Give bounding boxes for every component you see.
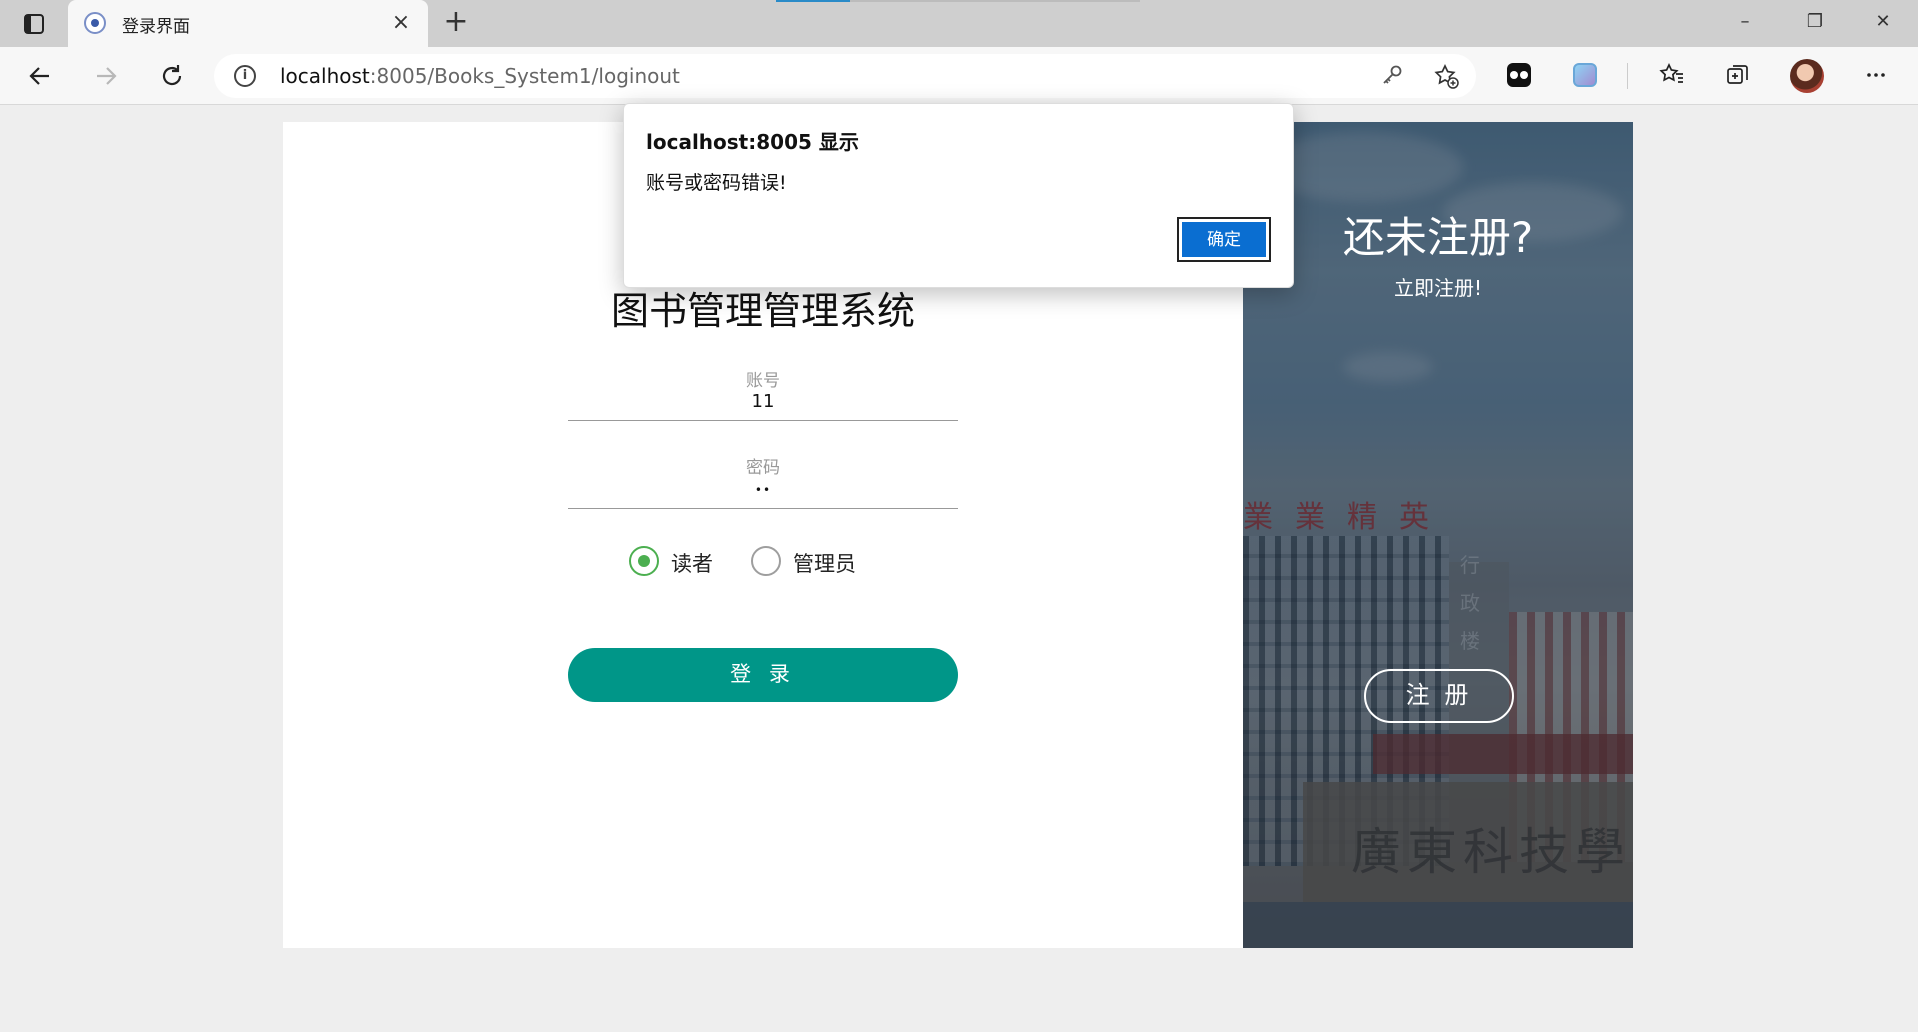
dialog-title: localhost:8005 显示 <box>646 130 859 154</box>
account-label: 账号 <box>746 371 780 391</box>
admin-radio-label[interactable]: 管理员 <box>793 548 856 578</box>
add-favorite-icon[interactable] <box>1432 63 1460 91</box>
more-icon[interactable] <box>1862 61 1890 89</box>
forward-icon[interactable] <box>86 57 126 95</box>
reader-radio-label[interactable]: 读者 <box>671 548 713 578</box>
browser-toolbar: i localhost:8005/Books_System1/loginout <box>0 47 1918 105</box>
browser-tab[interactable]: 登录界面 × <box>68 0 428 47</box>
tiktok-extension-icon[interactable] <box>1505 61 1533 89</box>
loading-track <box>850 0 1140 2</box>
system-title: 图书管理管理系统 <box>610 289 915 333</box>
tab-actions-icon[interactable] <box>14 8 54 40</box>
tab-title: 登录界面 <box>122 17 190 37</box>
info-icon[interactable]: i <box>234 65 256 87</box>
refresh-icon[interactable] <box>152 57 192 95</box>
favorites-icon[interactable] <box>1658 61 1686 89</box>
address-bar[interactable]: i localhost:8005/Books_System1/loginout <box>214 54 1476 98</box>
dialog-message: 账号或密码错误! <box>646 172 787 194</box>
url-text[interactable]: localhost:8005/Books_System1/loginout <box>280 64 680 88</box>
new-tab-button[interactable]: + <box>440 7 472 39</box>
register-subtitle: 立即注册! <box>1393 276 1483 300</box>
account-input[interactable]: 11 <box>568 391 958 415</box>
alert-dialog: localhost:8005 显示 账号或密码错误! 确定 <box>623 103 1294 288</box>
admin-radio[interactable] <box>751 546 781 576</box>
register-button[interactable]: 注 册 <box>1364 669 1514 723</box>
minimize-button[interactable]: – <box>1720 6 1770 38</box>
dialog-ok-button[interactable]: 确定 <box>1177 217 1271 262</box>
register-title: 还未注册? <box>1342 213 1534 262</box>
password-input[interactable]: •• <box>568 478 958 502</box>
collections-icon[interactable] <box>1724 61 1752 89</box>
password-label: 密码 <box>746 458 780 478</box>
register-panel: 業業精英 行政楼 廣東科技學 还未注册? 立即注册! 注 册 <box>1243 122 1633 948</box>
reader-radio[interactable] <box>629 546 659 576</box>
back-icon[interactable] <box>20 57 60 95</box>
toolbar-separator <box>1627 63 1628 89</box>
site-favicon-icon <box>84 12 106 34</box>
close-window-button[interactable]: ✕ <box>1858 6 1908 38</box>
maximize-button[interactable]: ❐ <box>1790 6 1840 38</box>
loading-progress <box>776 0 850 2</box>
profile-avatar[interactable] <box>1790 59 1824 93</box>
key-icon[interactable] <box>1378 63 1406 91</box>
login-button[interactable]: 登 录 <box>568 648 958 702</box>
dialog-ok-label: 确定 <box>1181 221 1267 258</box>
password-field[interactable]: 密码 •• <box>568 453 958 509</box>
account-field[interactable]: 账号 11 <box>568 366 958 421</box>
tab-close-icon[interactable]: × <box>388 10 414 36</box>
tab-bar: 登录界面 × + – ❐ ✕ <box>0 0 1918 47</box>
translate-extension-icon[interactable] <box>1571 61 1599 89</box>
